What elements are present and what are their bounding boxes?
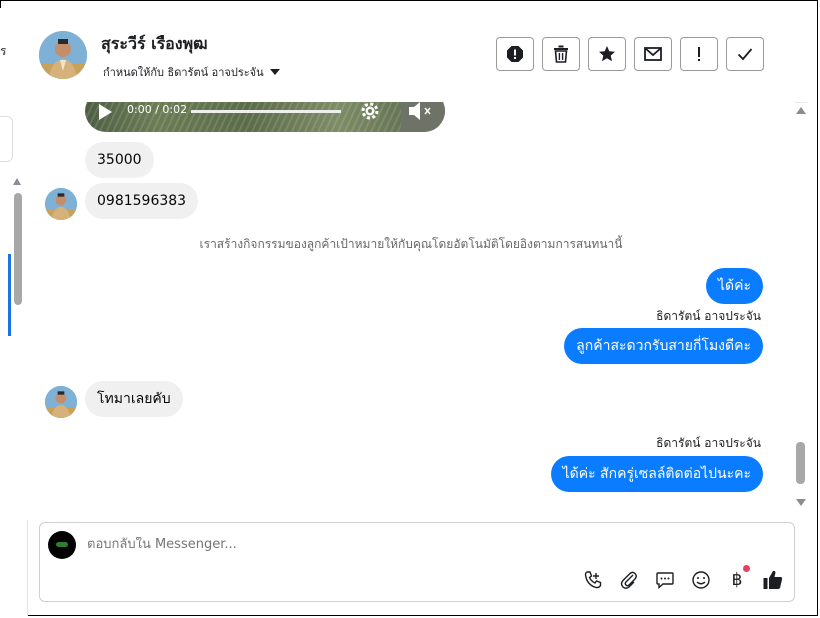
checkmark-icon <box>737 48 753 61</box>
system-notice: เราสร้างกิจกรรมของลูกค้าเป้าหมายให้กับคุ… <box>199 237 623 251</box>
phone-plus-icon <box>584 571 602 589</box>
audio-seek-bar[interactable] <box>191 110 341 113</box>
alert-octagon-icon <box>507 46 523 62</box>
attach-button[interactable] <box>618 569 640 591</box>
star-button[interactable] <box>588 37 626 71</box>
mark-unread-button[interactable] <box>634 37 672 71</box>
delete-button[interactable] <box>542 37 580 71</box>
conversation-list-edge: ร <box>0 8 28 616</box>
truncated-panel <box>0 116 13 162</box>
outgoing-message[interactable]: ได้ค่ะ <box>705 268 763 304</box>
assignee-dropdown[interactable]: กำหนดให้กับ ธิดารัตน์ อาจประจัน <box>103 63 280 81</box>
saved-replies-button[interactable] <box>654 569 676 591</box>
smiley-icon <box>692 571 710 589</box>
like-button[interactable] <box>762 569 784 591</box>
gear-icon[interactable] <box>359 102 381 122</box>
mark-done-button[interactable] <box>726 37 764 71</box>
envelope-icon <box>644 47 662 61</box>
page-avatar <box>48 531 76 559</box>
header-actions <box>496 37 764 71</box>
reply-input[interactable] <box>87 537 687 552</box>
emoji-button[interactable] <box>690 569 712 591</box>
exclamation-icon <box>698 47 700 61</box>
chat-bubble-icon <box>656 572 674 590</box>
person-photo-icon <box>45 386 77 418</box>
contact-avatar-small <box>45 188 77 220</box>
follow-up-button[interactable] <box>680 37 718 71</box>
payment-button[interactable]: ฿ <box>726 565 750 591</box>
spam-button[interactable] <box>496 37 534 71</box>
contact-avatar[interactable] <box>39 31 87 79</box>
incoming-message[interactable]: 35000 <box>85 142 154 178</box>
assignee-label: กำหนดให้กับ ธิดารัตน์ อาจประจัน <box>103 66 264 79</box>
sender-name: ธิดารัตน์ อาจประจัน <box>656 309 761 323</box>
incoming-message[interactable]: โทมาเลยคับ <box>85 381 183 417</box>
paperclip-icon <box>620 571 637 589</box>
reply-composer: ฿ <box>39 522 795 602</box>
truncated-text: ร <box>0 44 7 58</box>
selected-conversation-indicator <box>8 254 11 336</box>
composer-tools: ฿ <box>582 565 784 591</box>
baht-icon: ฿ <box>731 570 743 590</box>
incoming-message[interactable]: 0981596383 <box>85 183 199 219</box>
play-icon[interactable] <box>99 104 112 120</box>
star-icon <box>599 46 615 62</box>
contact-name[interactable]: สุระวีร์ เรืองพุฒ <box>101 32 208 57</box>
caret-down-icon <box>269 69 280 75</box>
add-call-button[interactable] <box>582 569 604 591</box>
trash-icon <box>554 45 568 63</box>
thread-scrollbar-thumb[interactable] <box>796 442 805 484</box>
outgoing-message[interactable]: ลูกค้าสะดวกรับสายกี่โมงดีคะ <box>564 328 763 364</box>
sender-name: ธิดารัตน์ อาจประจัน <box>656 436 761 450</box>
thread-scroll-down[interactable] <box>796 499 806 506</box>
list-scrollbar-thumb[interactable] <box>14 193 22 305</box>
volume-control[interactable] <box>401 102 445 132</box>
contact-avatar-small <box>45 386 77 418</box>
volume-muted-icon <box>409 102 431 120</box>
conversation-header: สุระวีร์ เรืองพุฒ กำหนดให้กับ ธิดารัตน์ … <box>27 8 807 103</box>
message-thread[interactable]: 0:00 / 0:02 35000 0981596383 เราสร้างกิจ… <box>27 102 795 520</box>
person-photo-icon <box>39 31 87 79</box>
audio-time: 0:00 / 0:02 <box>127 103 188 116</box>
thumbs-up-icon <box>763 570 783 589</box>
thread-scroll-up[interactable] <box>796 107 806 114</box>
notification-dot <box>743 565 750 572</box>
audio-player[interactable]: 0:00 / 0:02 <box>85 102 445 132</box>
person-photo-icon <box>45 188 77 220</box>
outgoing-message[interactable]: ได้ค่ะ สักครู่เซลล์ติดต่อไปนะคะ <box>550 456 763 492</box>
list-scroll-up[interactable] <box>13 178 21 185</box>
